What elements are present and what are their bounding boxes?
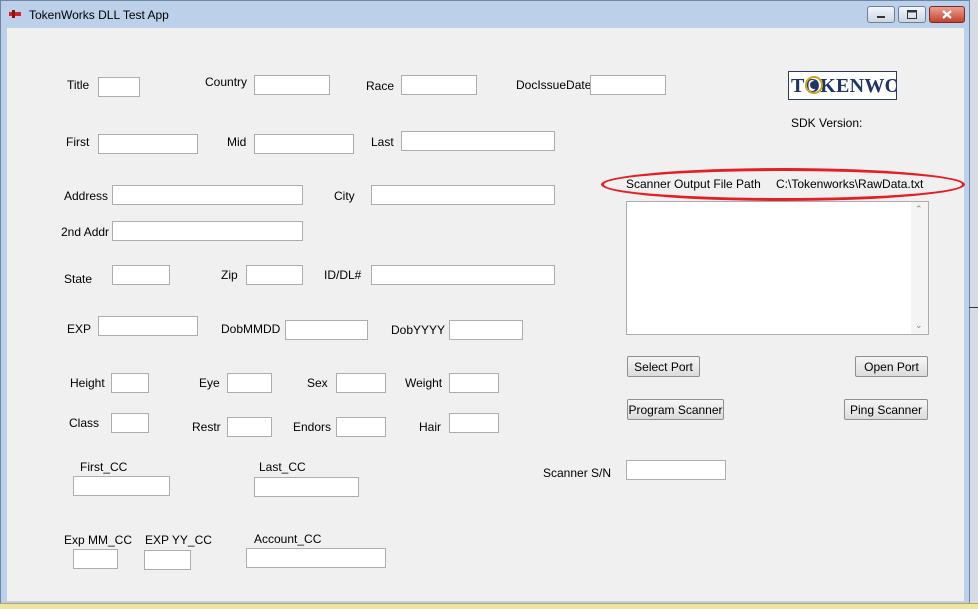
program-scanner-button[interactable]: Program Scanner [627, 399, 724, 420]
state-label: State [64, 272, 93, 286]
sdk-version-label: SDK Version: [791, 116, 863, 130]
restr-label: Restr [192, 420, 221, 434]
ping-scanner-button[interactable]: Ping Scanner [844, 399, 928, 420]
title-label: Title [67, 78, 90, 92]
exp-field[interactable] [98, 316, 198, 336]
restr-field[interactable] [227, 417, 272, 437]
first-label: First [66, 135, 90, 149]
endors-label: Endors [293, 420, 332, 434]
scroll-up-icon[interactable]: ⌃ [915, 204, 923, 215]
zip-field[interactable] [246, 265, 303, 285]
title-bar[interactable]: TokenWorks DLL Test App [1, 1, 971, 29]
dob-yyyy-field[interactable] [449, 320, 523, 340]
output-path-value: C:\Tokenworks\RawData.txt [776, 177, 924, 191]
country-field[interactable] [254, 75, 330, 95]
height-field[interactable] [111, 373, 149, 393]
hair-field[interactable] [449, 413, 499, 433]
eye-label: Eye [199, 376, 220, 390]
scroll-down-icon[interactable]: ⌄ [915, 320, 923, 331]
dob-yyyy-label: DobYYYY [391, 323, 446, 337]
sex-field[interactable] [336, 373, 386, 393]
id-dl-label: ID/DL# [324, 268, 362, 282]
last-cc-field[interactable] [254, 477, 359, 497]
dob-mmdd-label: DobMMDD [221, 322, 281, 336]
account-cc-label: Account_CC [254, 532, 322, 546]
mid-field[interactable] [254, 134, 354, 154]
close-button[interactable] [929, 6, 965, 23]
exp-label: EXP [67, 322, 92, 336]
address-field[interactable] [112, 185, 303, 205]
hair-label: Hair [419, 420, 442, 434]
minimize-button[interactable] [867, 6, 895, 23]
last-field[interactable] [401, 131, 555, 151]
app-window: TokenWorks DLL Test App Title Country Ra… [0, 0, 970, 604]
city-field[interactable] [371, 185, 555, 205]
last-label: Last [371, 135, 394, 149]
weight-field[interactable] [449, 373, 499, 393]
first-cc-label: First_CC [80, 460, 128, 474]
minimize-icon [877, 16, 885, 18]
exp-yy-cc-field[interactable] [144, 550, 191, 570]
close-icon [942, 10, 952, 19]
last-cc-label: Last_CC [259, 460, 306, 474]
account-cc-field[interactable] [246, 548, 386, 568]
sex-label: Sex [307, 376, 328, 390]
select-port-button[interactable]: Select Port [627, 356, 700, 377]
logo-seal-icon [805, 76, 823, 94]
doc-issue-date-label: DocIssueDate [516, 78, 592, 92]
tokenworks-logo: TOKENWOR [788, 71, 897, 100]
address2-field[interactable] [112, 221, 303, 241]
weight-label: Weight [405, 376, 443, 390]
title-field[interactable] [98, 77, 140, 97]
maximize-icon [907, 10, 917, 19]
scanner-output-textarea[interactable]: ⌃ ⌄ [626, 201, 929, 335]
city-label: City [334, 189, 355, 203]
doc-issue-date-field[interactable] [590, 75, 666, 95]
id-dl-field[interactable] [371, 265, 555, 285]
taskbar-strip [0, 603, 978, 609]
client-area: Title Country Race DocIssueDate TOKENWOR… [7, 28, 965, 601]
state-field[interactable] [112, 265, 170, 285]
exp-yy-cc-label: EXP YY_CC [145, 533, 212, 547]
eye-field[interactable] [227, 373, 272, 393]
open-port-button[interactable]: Open Port [855, 356, 928, 377]
exp-mm-cc-label: Exp MM_CC [64, 533, 133, 547]
endors-field[interactable] [336, 417, 386, 437]
country-label: Country [205, 75, 248, 89]
app-icon [9, 10, 21, 18]
first-field[interactable] [98, 134, 198, 154]
mid-label: Mid [227, 135, 247, 149]
output-path-label: Scanner Output File Path [626, 177, 761, 191]
scanner-sn-field[interactable] [626, 460, 726, 480]
zip-label: Zip [221, 268, 238, 282]
race-label: Race [366, 79, 395, 93]
class-label: Class [69, 416, 100, 430]
height-label: Height [70, 376, 105, 390]
dob-mmdd-field[interactable] [285, 320, 368, 340]
address-label: Address [64, 189, 109, 203]
exp-mm-cc-field[interactable] [73, 549, 118, 569]
maximize-button[interactable] [898, 6, 926, 23]
scanner-sn-label: Scanner S/N [543, 466, 612, 480]
window-title: TokenWorks DLL Test App [29, 8, 169, 22]
class-field[interactable] [111, 413, 149, 433]
window-edge-mark [969, 307, 978, 308]
address2-label: 2nd Addr [61, 225, 110, 239]
race-field[interactable] [401, 75, 477, 95]
output-scrollbar[interactable]: ⌃ ⌄ [911, 202, 928, 334]
first-cc-field[interactable] [73, 476, 170, 496]
